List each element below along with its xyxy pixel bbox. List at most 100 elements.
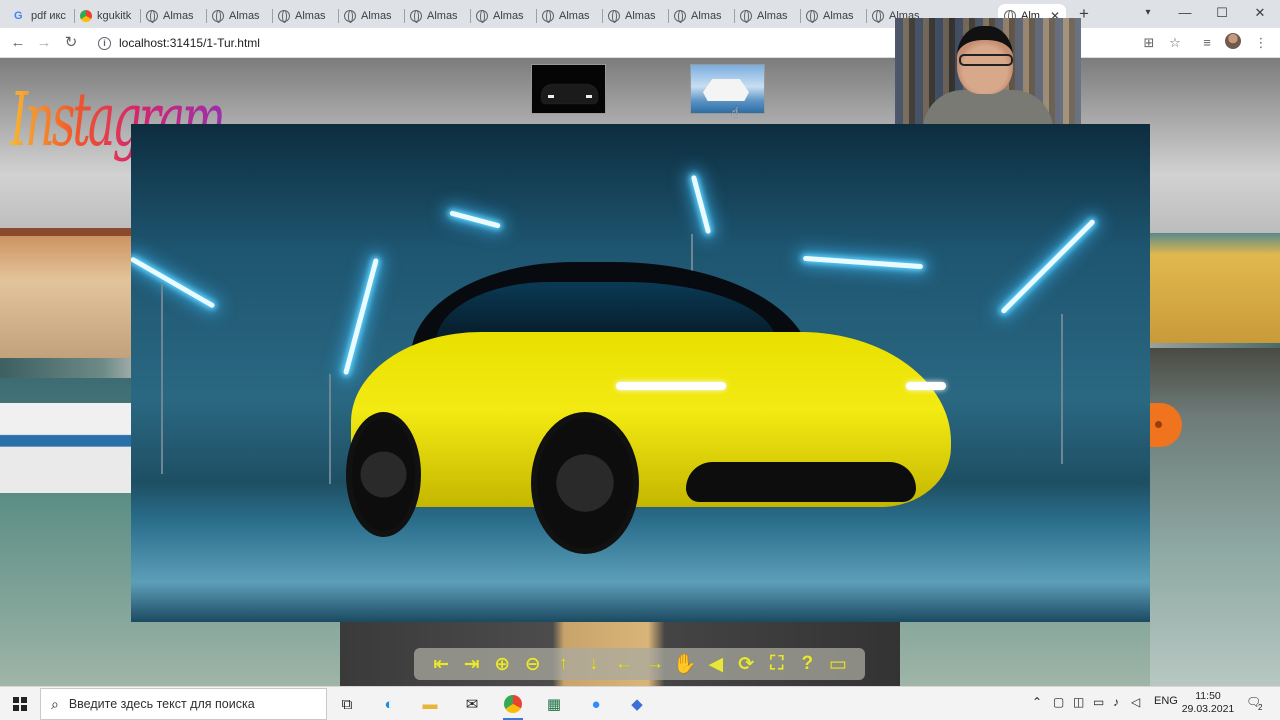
task-view-icon[interactable]: ⧉	[333, 691, 361, 717]
globe-icon	[872, 10, 884, 23]
tab-4[interactable]: Almas	[206, 4, 272, 28]
close-window-button[interactable]: ✕	[1245, 2, 1275, 24]
tab-1[interactable]: Gpdf икс	[8, 4, 74, 28]
bookmark-star-icon[interactable]: ☆	[1165, 33, 1185, 53]
ship-thumbnail[interactable]	[690, 64, 765, 114]
globe-icon	[542, 10, 554, 23]
file-explorer-icon[interactable]: ▬	[416, 691, 444, 717]
background-buildings-right	[1150, 233, 1280, 343]
battery-icon[interactable]: ▭	[1093, 695, 1104, 709]
first-page-icon[interactable]: ⇤	[428, 652, 454, 676]
lamp-stand	[329, 374, 331, 484]
address-bar[interactable]: i localhost:31415/1-Tur.html	[92, 31, 892, 55]
tab-strip: Gpdf икс kgukitk Almas Almas Almas Almas…	[0, 0, 1280, 28]
tray-chevron-icon[interactable]: ⌃	[1032, 695, 1042, 709]
background-buildings-left	[0, 228, 132, 358]
help-icon[interactable]: ?	[794, 652, 820, 676]
more-menu-icon[interactable]: ⋮	[1251, 33, 1271, 53]
windows-logo-icon	[13, 697, 27, 711]
tab-5[interactable]: Almas	[272, 4, 338, 28]
sound-icon[interactable]: ◀	[703, 652, 729, 676]
avatar[interactable]	[1225, 33, 1245, 53]
browser-toolbar: ← → ↻ i localhost:31415/1-Tur.html ⊞ ☆ ≡…	[0, 28, 1280, 58]
microphone-icon[interactable]: ♪	[1113, 695, 1119, 709]
tab-2[interactable]: kgukitk	[74, 4, 140, 28]
edge-icon[interactable]: ◐	[375, 691, 403, 717]
main-car-image	[131, 124, 1150, 622]
forward-arrow-icon[interactable]: →	[34, 33, 54, 53]
tab-13[interactable]: Almas	[800, 4, 866, 28]
neon-lamp	[690, 174, 712, 235]
start-button[interactable]	[0, 687, 40, 720]
zoom-in-icon[interactable]: ⊕	[489, 652, 515, 676]
google-icon: G	[14, 10, 23, 22]
clock-time: 11:50	[1195, 690, 1221, 702]
browser-window: Gpdf икс kgukitk Almas Almas Almas Almas…	[0, 0, 1280, 720]
taskbar-search[interactable]: ⌕ Введите здесь текст для поиска	[40, 688, 327, 720]
clock[interactable]: 11:50 29.03.2021	[1180, 690, 1236, 716]
page-viewport: Instagram ☝ ⇤ ⇥ ⊕ ⊖ ↑ ↓ ← → ✋ ◀ ⟳ ⛶ ? ▭	[0, 58, 1280, 686]
globe-icon	[344, 10, 356, 23]
globe-icon	[146, 10, 158, 23]
windows-taskbar: ⌕ Введите здесь текст для поиска ⧉ ◐ ▬ ✉…	[0, 686, 1280, 720]
tab-10[interactable]: Almas	[602, 4, 668, 28]
playlist-icon[interactable]: ≡	[1197, 33, 1217, 53]
maximize-button[interactable]: ☐	[1207, 2, 1237, 24]
volume-icon[interactable]: ◁	[1131, 695, 1140, 709]
clock-date: 29.03.2021	[1181, 703, 1235, 715]
extension-grid-icon[interactable]: ⊞	[1139, 33, 1159, 53]
back-arrow-icon[interactable]: ←	[8, 33, 28, 53]
car-thumbnail[interactable]	[531, 64, 606, 114]
image-navigation-bar: ⇤ ⇥ ⊕ ⊖ ↑ ↓ ← → ✋ ◀ ⟳ ⛶ ? ▭	[414, 648, 865, 680]
network-icon[interactable]: ◫	[1073, 695, 1084, 709]
window-icon[interactable]: ▭	[825, 652, 851, 676]
zoom-icon[interactable]: ●	[582, 691, 610, 717]
meet-now-icon[interactable]: ▢	[1053, 695, 1064, 709]
excel-icon[interactable]: ▦	[540, 691, 568, 717]
neon-lamp	[131, 256, 216, 309]
tab-6[interactable]: Almas	[338, 4, 404, 28]
chrome-icon	[80, 10, 92, 22]
search-icon: ⌕	[51, 695, 59, 712]
lamp-stand	[161, 284, 163, 474]
url-text[interactable]: localhost:31415/1-Tur.html	[119, 36, 260, 50]
mail-icon[interactable]: ✉	[458, 691, 486, 717]
minimize-button[interactable]: —	[1170, 2, 1200, 24]
globe-icon	[212, 10, 224, 23]
tab-8[interactable]: Almas	[470, 4, 536, 28]
arrow-right-icon[interactable]: →	[642, 652, 668, 676]
profile-menu-button[interactable]: ▾	[1133, 2, 1163, 24]
tab-11[interactable]: Almas	[668, 4, 734, 28]
globe-icon	[674, 10, 686, 23]
tab-7[interactable]: Almas	[404, 4, 470, 28]
tab-3[interactable]: Almas	[140, 4, 206, 28]
arrow-up-icon[interactable]: ↑	[550, 652, 576, 676]
hand-cursor-icon: ☝	[731, 104, 740, 120]
tab-12[interactable]: Almas	[734, 4, 800, 28]
chrome-taskbar-icon[interactable]	[499, 691, 527, 720]
arrow-left-icon[interactable]: ←	[611, 652, 637, 676]
reload-icon[interactable]: ↻	[61, 33, 81, 53]
last-page-icon[interactable]: ⇥	[459, 652, 485, 676]
notification-count: 2	[1258, 703, 1263, 712]
fullscreen-icon[interactable]: ⛶	[764, 652, 790, 676]
yellow-car	[346, 262, 951, 554]
webcam-overlay	[895, 18, 1081, 124]
neon-lamp	[1000, 218, 1096, 315]
rotate-icon[interactable]: ⟳	[733, 652, 759, 676]
globe-icon	[476, 10, 488, 23]
search-placeholder: Введите здесь текст для поиска	[68, 697, 255, 711]
hand-pan-icon[interactable]: ✋	[672, 652, 698, 676]
globe-icon	[410, 10, 422, 23]
tab-9[interactable]: Almas	[536, 4, 602, 28]
arrow-down-icon[interactable]: ↓	[581, 652, 607, 676]
globe-icon	[608, 10, 620, 23]
globe-icon	[278, 10, 290, 23]
neon-lamp	[449, 210, 501, 229]
zoom-out-icon[interactable]: ⊖	[520, 652, 546, 676]
info-icon[interactable]: i	[98, 36, 111, 50]
language-indicator[interactable]: ENG	[1154, 695, 1178, 707]
presentation-app-icon[interactable]: ◆	[623, 691, 651, 717]
globe-icon	[740, 10, 752, 23]
globe-icon	[806, 10, 818, 23]
